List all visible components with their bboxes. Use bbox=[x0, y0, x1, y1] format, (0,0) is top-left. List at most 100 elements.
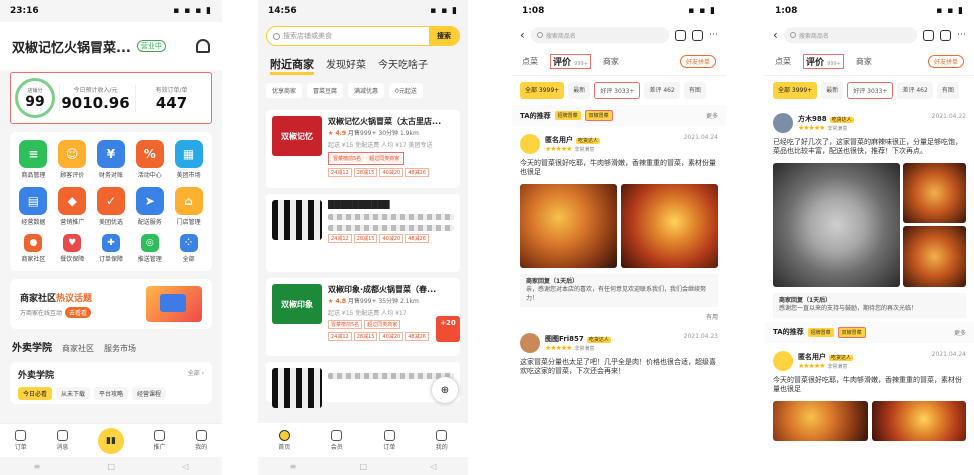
useful-button[interactable]: 有用 bbox=[520, 312, 718, 321]
grid-item[interactable]: ▦ 美团市场 bbox=[169, 140, 208, 179]
tab-merchant[interactable]: 商家 bbox=[603, 56, 619, 67]
nav-me[interactable]: 我的 bbox=[195, 430, 207, 451]
grid-item[interactable]: ¥ 财务对账 bbox=[92, 140, 131, 179]
review-photo[interactable] bbox=[773, 162, 900, 287]
shop-card[interactable] bbox=[266, 362, 460, 408]
tab-reviews[interactable]: 评价 999+ bbox=[550, 54, 591, 69]
grid-item[interactable]: % 活动中心 bbox=[130, 140, 169, 179]
home-key-icon[interactable]: □ bbox=[359, 462, 367, 471]
favorite-icon[interactable] bbox=[692, 29, 703, 41]
back-key-icon[interactable]: ◁ bbox=[182, 462, 188, 471]
grid-item[interactable]: ✚ 订单保障 bbox=[92, 234, 131, 263]
recommend-tag[interactable]: 招牌冒菜 bbox=[807, 327, 834, 337]
grid-item[interactable]: ⌂ 门店管理 bbox=[169, 187, 208, 226]
nav-promote[interactable]: 推广 bbox=[154, 430, 166, 451]
service-icon[interactable] bbox=[675, 29, 686, 41]
filter-chip-photos[interactable]: 有图 bbox=[683, 82, 706, 99]
favorite-icon[interactable] bbox=[940, 29, 951, 41]
grid-item[interactable]: ≡ 商品管理 bbox=[14, 140, 53, 179]
filter-chip-photos[interactable]: 有图 bbox=[936, 82, 959, 99]
back-arrow-icon[interactable]: ‹ bbox=[773, 28, 778, 42]
orders-stat[interactable]: 有效订单/单 447 bbox=[135, 84, 207, 112]
review-photo[interactable] bbox=[621, 183, 718, 268]
recommend-tag[interactable]: 双椒冒菜 bbox=[837, 326, 866, 338]
filter-chip-negative[interactable]: 差评 462 bbox=[897, 82, 933, 99]
grid-item[interactable]: ♥ 餐饮保障 bbox=[53, 234, 92, 263]
cart-icon[interactable]: ⊕ bbox=[432, 377, 458, 403]
shop-card[interactable]: 双椒记忆 双椒记忆火锅冒菜（太古里店... ★ 4.9 月售999+ 30分钟 … bbox=[266, 110, 460, 188]
nav-home[interactable]: 首页 bbox=[278, 429, 290, 451]
community-go-button[interactable]: 去看看 bbox=[65, 306, 92, 318]
store-status-badge[interactable]: 营业中 bbox=[136, 40, 166, 52]
school-more-link[interactable]: 全部 › bbox=[188, 368, 204, 381]
group-order-button[interactable]: 好友拼单 bbox=[927, 55, 964, 68]
tab-menu[interactable]: 点菜 bbox=[775, 56, 791, 67]
nav-orders[interactable]: 订单 bbox=[15, 430, 27, 451]
school-chip[interactable]: 今日必看 bbox=[18, 387, 53, 400]
school-chip[interactable]: 从未下载 bbox=[56, 387, 91, 400]
service-icon[interactable] bbox=[923, 29, 934, 41]
tab-community[interactable]: 商家社区 bbox=[62, 343, 94, 354]
ta-more-link[interactable]: 更多 bbox=[954, 328, 966, 337]
review-photo[interactable] bbox=[520, 183, 617, 268]
school-chip[interactable]: 平台攻略 bbox=[94, 387, 129, 400]
review-photo[interactable] bbox=[871, 400, 966, 441]
store-score-ring[interactable]: 店铺分 99 bbox=[15, 78, 55, 118]
more-icon[interactable]: ⋯ bbox=[709, 30, 718, 40]
search-input[interactable]: 搜索商品名 bbox=[783, 27, 917, 43]
ta-more-link[interactable]: 更多 bbox=[706, 111, 718, 120]
review-photo[interactable] bbox=[902, 226, 966, 287]
tab-discover[interactable]: 发现好菜 bbox=[326, 56, 366, 71]
tab-reviews[interactable]: 评价 999+ bbox=[803, 54, 844, 69]
grid-item[interactable]: ◆ 营销推广 bbox=[53, 187, 92, 226]
grid-item[interactable]: ➤ 配送服务 bbox=[130, 187, 169, 226]
review-photo[interactable] bbox=[773, 400, 868, 441]
nav-me[interactable]: 我的 bbox=[436, 429, 448, 451]
grid-item[interactable]: ▤ 经营数据 bbox=[14, 187, 53, 226]
nav-messages[interactable]: 消息 bbox=[56, 430, 68, 451]
store-name[interactable]: 双椒记忆火锅冒菜... bbox=[12, 37, 131, 56]
recommend-tag[interactable]: 招牌冒菜 bbox=[554, 111, 581, 120]
avatar[interactable] bbox=[773, 350, 793, 371]
search-input[interactable]: 搜索商品名 bbox=[530, 27, 669, 43]
tab-nearby[interactable]: 附近商家 bbox=[270, 56, 314, 75]
tab-merchant[interactable]: 商家 bbox=[856, 56, 872, 67]
school-chip[interactable]: 经营课程 bbox=[132, 387, 167, 400]
bell-icon[interactable] bbox=[196, 39, 210, 53]
grid-item[interactable]: ● 商家社区 bbox=[14, 234, 53, 263]
grid-item[interactable]: ◎ 推送管理 bbox=[130, 234, 169, 263]
back-key-icon[interactable]: ◁ bbox=[430, 462, 436, 471]
avatar[interactable] bbox=[520, 333, 540, 354]
search-button[interactable]: 搜索 bbox=[429, 27, 459, 45]
grid-item[interactable]: ⁘ 全部 bbox=[169, 234, 208, 263]
home-key-icon[interactable]: □ bbox=[107, 462, 115, 471]
filter-chip-latest[interactable]: 最新 bbox=[568, 82, 591, 99]
filter-chip[interactable]: 0元起送 bbox=[389, 83, 423, 98]
tab-menu[interactable]: 点菜 bbox=[522, 56, 538, 67]
recommend-tag[interactable]: 双椒冒菜 bbox=[584, 110, 613, 121]
community-banner[interactable]: 商家社区热议话题 万商家在线互动 去看看 bbox=[10, 279, 212, 329]
avatar[interactable] bbox=[520, 134, 540, 154]
shop-card[interactable]: ██████████ 24减12 28减15 40减20 48减26 bbox=[266, 194, 460, 272]
filter-chip[interactable]: 优享商家 bbox=[266, 83, 303, 98]
back-arrow-icon[interactable]: ‹ bbox=[520, 28, 525, 42]
menu-key-icon[interactable]: ≡ bbox=[34, 462, 41, 471]
shop-card[interactable]: 双椒印象 双椒印象·成都火锅冒菜（春... ★ 4.8 月售999+ 35分钟 … bbox=[266, 278, 460, 356]
search-input[interactable]: 搜索店铺或美食 bbox=[267, 31, 429, 41]
income-stat[interactable]: 今日预计收入/元 9010.96 bbox=[59, 84, 131, 112]
filter-chip-latest[interactable]: 最新 bbox=[821, 82, 844, 99]
filter-chip-positive[interactable]: 好评 3033+ bbox=[594, 82, 641, 99]
nav-home-center[interactable]: ▮▮ bbox=[97, 427, 124, 454]
filter-chip[interactable]: 冒菜豆腐 bbox=[307, 83, 344, 98]
review-photo[interactable] bbox=[902, 162, 966, 224]
filter-chip-all[interactable]: 全部 3999+ bbox=[773, 82, 818, 99]
filter-chip[interactable]: 满减优惠 bbox=[348, 83, 385, 98]
menu-key-icon[interactable]: ≡ bbox=[290, 462, 297, 471]
group-order-button[interactable]: 好友拼单 bbox=[679, 55, 716, 68]
nav-orders[interactable]: 订单 bbox=[383, 429, 395, 451]
tab-school[interactable]: 外卖学院 bbox=[12, 339, 52, 354]
filter-chip-positive[interactable]: 好评 3033+ bbox=[847, 82, 894, 99]
tab-today[interactable]: 今天吃啥子 bbox=[378, 56, 428, 71]
filter-chip-all[interactable]: 全部 3999+ bbox=[520, 82, 565, 99]
more-icon[interactable]: ⋯ bbox=[957, 30, 966, 40]
